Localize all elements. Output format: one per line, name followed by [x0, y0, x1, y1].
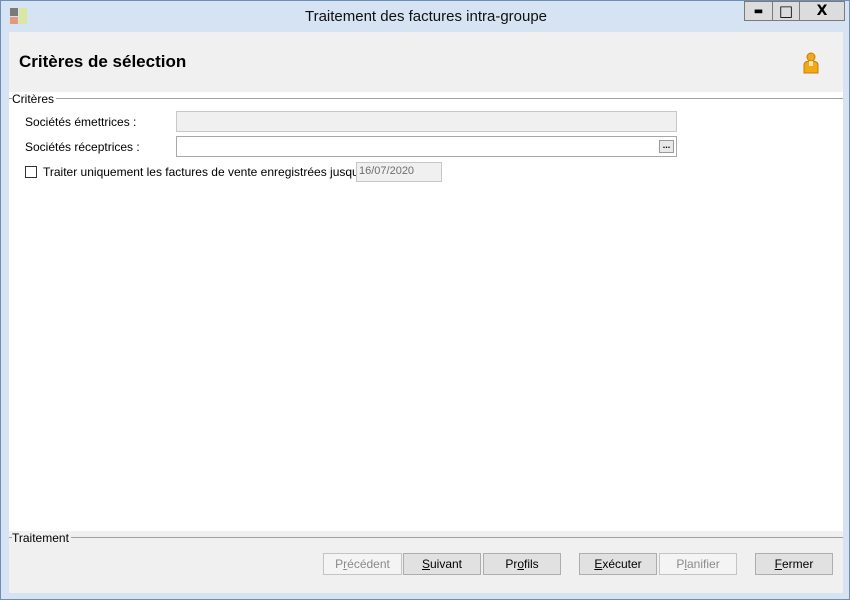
next-button[interactable]: Suivant	[403, 553, 481, 575]
emitting-companies-field[interactable]	[176, 111, 677, 132]
processing-group-border	[9, 537, 843, 538]
schedule-button[interactable]: Planifier	[659, 553, 737, 575]
criteria-group-border	[9, 98, 843, 99]
window-title: Traitement des factures intra-groupe	[304, 8, 548, 25]
receiving-companies-label: Sociétés réceptrices :	[25, 140, 140, 154]
header-band: Critères de sélection	[9, 32, 843, 92]
profiles-button[interactable]: Profils	[483, 553, 561, 575]
minimize-button[interactable]: ▬	[744, 1, 773, 21]
processing-footer: Traitement Précédent Suivant Profils Exé…	[9, 531, 843, 593]
person-icon[interactable]	[802, 52, 820, 74]
maximize-icon: □	[778, 2, 794, 20]
close-button[interactable]: X	[799, 1, 845, 21]
previous-button[interactable]: Précédent	[323, 553, 402, 575]
emitting-companies-label: Sociétés émettrices :	[25, 115, 137, 129]
browse-button[interactable]: ...	[659, 140, 674, 153]
processing-group-label: Traitement	[12, 531, 71, 545]
only-sales-invoices-label[interactable]: Traiter uniquement les factures de vente…	[43, 165, 381, 179]
title-bar[interactable]: Traitement des factures intra-groupe ▬ □…	[1, 1, 849, 30]
page-title: Critères de sélection	[19, 52, 187, 71]
close-dialog-button[interactable]: Fermer	[755, 553, 833, 575]
close-icon: X	[816, 3, 828, 19]
application-window: Traitement des factures intra-groupe ▬ □…	[0, 0, 850, 600]
only-sales-invoices-checkbox[interactable]	[25, 166, 37, 178]
criteria-group-label: Critères	[12, 92, 57, 106]
receiving-companies-field[interactable]: ...	[176, 136, 677, 157]
execute-button[interactable]: Exécuter	[579, 553, 657, 575]
client-area: Critères de sélection Critères Sociétés …	[9, 32, 843, 593]
date-field[interactable]: 16/07/2020	[356, 162, 442, 182]
minimize-icon: ▬	[753, 5, 764, 17]
maximize-button[interactable]: □	[772, 1, 800, 21]
